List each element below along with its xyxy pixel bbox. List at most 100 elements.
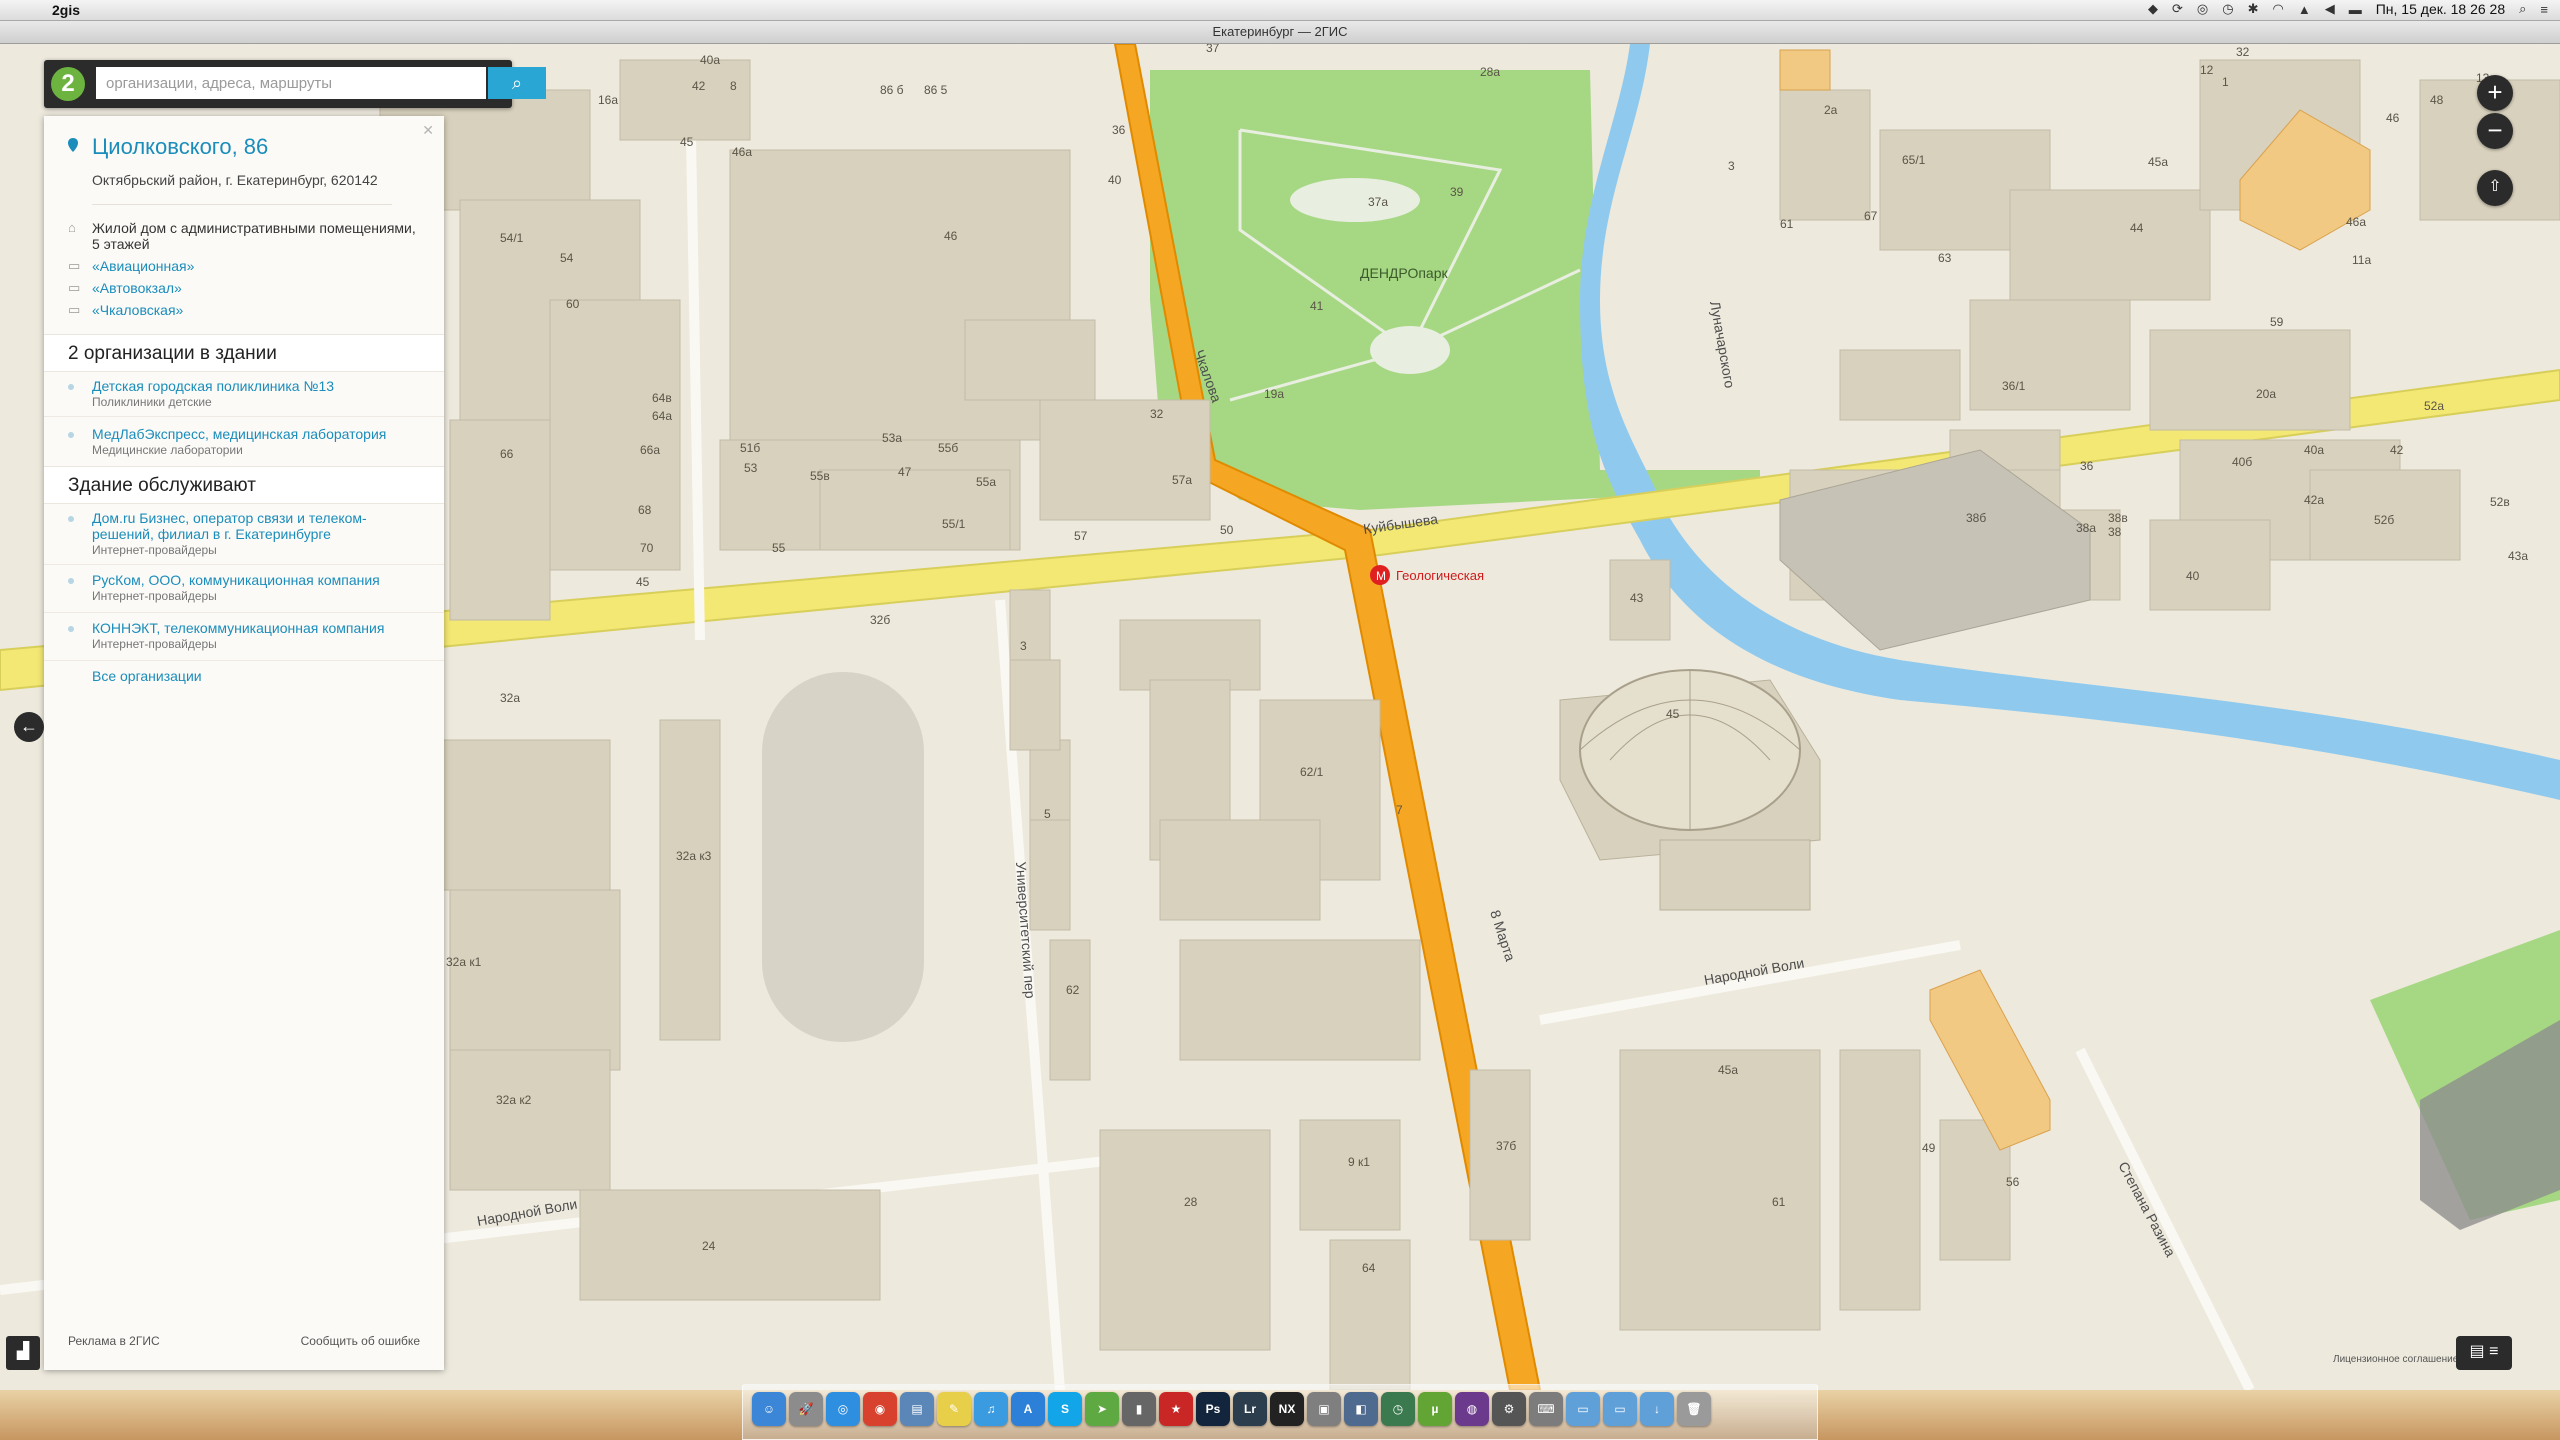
lamp-icon[interactable]: ▮ bbox=[1122, 1392, 1156, 1426]
app-store-icon[interactable]: A bbox=[1011, 1392, 1045, 1426]
safari-icon[interactable]: ◎ bbox=[826, 1392, 860, 1426]
keyboard-icon[interactable]: ⌨ bbox=[1529, 1392, 1563, 1426]
service-item[interactable]: Дом.ru Бизнес, оператор связи и телеком-… bbox=[68, 510, 422, 557]
search-icon: ⌕ bbox=[511, 72, 523, 93]
app-name-menu[interactable]: 2gis bbox=[52, 2, 80, 18]
svg-text:36: 36 bbox=[2080, 459, 2094, 473]
news-icon[interactable]: ★ bbox=[1159, 1392, 1193, 1426]
wifi-icon[interactable]: ◠ bbox=[2273, 1, 2284, 17]
org-item[interactable]: МедЛабЭкспресс, медицинская лаборатория … bbox=[68, 426, 422, 457]
lightroom-icon[interactable]: Lr bbox=[1233, 1392, 1267, 1426]
svg-text:61: 61 bbox=[1780, 217, 1794, 231]
close-icon[interactable]: ✕ bbox=[422, 122, 434, 139]
stats-button[interactable]: ▟ bbox=[6, 1336, 40, 1370]
tram-stop-icon: ▭ bbox=[68, 280, 81, 295]
compass-button[interactable]: ⇧ bbox=[2477, 170, 2513, 206]
nx2-icon[interactable]: NX bbox=[1270, 1392, 1304, 1426]
photoshop-icon[interactable]: Ps bbox=[1196, 1392, 1230, 1426]
search-input[interactable] bbox=[96, 67, 486, 99]
folder-icon[interactable]: ▭ bbox=[1566, 1392, 1600, 1426]
chrome-icon[interactable]: ◉ bbox=[863, 1392, 897, 1426]
divider bbox=[44, 660, 444, 661]
svg-text:32а к2: 32а к2 bbox=[496, 1093, 532, 1107]
svg-text:45: 45 bbox=[680, 135, 694, 149]
launchpad-icon[interactable]: 🚀 bbox=[789, 1392, 823, 1426]
zoom-out-button[interactable]: − bbox=[2477, 113, 2513, 149]
ad-link[interactable]: Реклама в 2ГИС bbox=[68, 1334, 160, 1348]
stop-link[interactable]: «Автовокзал» bbox=[92, 280, 182, 296]
maps-icon[interactable]: ➤ bbox=[1085, 1392, 1119, 1426]
bluetooth-icon[interactable]: ✱ bbox=[2248, 1, 2259, 17]
svg-text:56: 56 bbox=[2006, 1175, 2020, 1189]
svg-text:38: 38 bbox=[2108, 525, 2122, 539]
preview-icon[interactable]: ▤ bbox=[900, 1392, 934, 1426]
org-link[interactable]: Детская городская поликлиника №13 bbox=[92, 378, 422, 394]
svg-text:32: 32 bbox=[1150, 407, 1164, 421]
history-icon[interactable]: ◷ bbox=[2222, 1, 2233, 17]
dropbox-icon[interactable]: ◆ bbox=[2148, 1, 2158, 17]
sync-icon[interactable]: ⟳ bbox=[2172, 1, 2183, 17]
zoom-in-button[interactable]: + bbox=[2477, 75, 2513, 111]
stop-link[interactable]: «Чкаловская» bbox=[92, 302, 183, 318]
arrow-left-icon: ← bbox=[20, 716, 38, 736]
feedback-button[interactable]: ▤ ≡ bbox=[2456, 1336, 2512, 1370]
iphoto-icon[interactable]: ◧ bbox=[1344, 1392, 1378, 1426]
license-link[interactable]: Лицензионное соглашение bbox=[2333, 1354, 2459, 1365]
flag-icon[interactable]: ▬ bbox=[2349, 2, 2362, 17]
search-button[interactable]: ⌕ bbox=[488, 67, 546, 99]
photos-icon[interactable]: ▣ bbox=[1307, 1392, 1341, 1426]
svg-text:32б: 32б bbox=[870, 613, 890, 627]
metro-label[interactable]: Геологическая bbox=[1396, 568, 1484, 583]
svg-text:3: 3 bbox=[1728, 159, 1735, 173]
service-item[interactable]: КОННЭКТ, телекоммуникационная компания И… bbox=[68, 620, 422, 651]
all-orgs-link[interactable]: Все организации bbox=[92, 668, 202, 684]
window-title-bar: Екатеринбург — 2ГИС bbox=[0, 21, 2560, 44]
service-link[interactable]: Дом.ru Бизнес, оператор связи и телеком-… bbox=[92, 510, 422, 542]
service-item[interactable]: РусКом, ООО, коммуникационная компания И… bbox=[68, 572, 422, 603]
svg-text:40: 40 bbox=[1108, 173, 1122, 187]
report-error-link[interactable]: Сообщить об ошибке bbox=[301, 1334, 420, 1348]
svg-text:40: 40 bbox=[2186, 569, 2200, 583]
org-link[interactable]: МедЛабЭкспресс, медицинская лаборатория bbox=[92, 426, 422, 442]
volume-icon[interactable]: ◀ bbox=[2325, 1, 2335, 17]
address-title: Циолковского, 86 bbox=[92, 134, 269, 159]
list-icon[interactable]: ≡ bbox=[2540, 2, 2548, 17]
svg-text:68: 68 bbox=[638, 503, 652, 517]
svg-text:53: 53 bbox=[744, 461, 758, 475]
service-link[interactable]: РусКом, ООО, коммуникационная компания bbox=[92, 572, 422, 588]
svg-text:1: 1 bbox=[2222, 75, 2229, 89]
svg-text:54/1: 54/1 bbox=[500, 231, 524, 245]
svg-text:70: 70 bbox=[640, 541, 654, 555]
time-machine-icon[interactable]: ◷ bbox=[1381, 1392, 1415, 1426]
svg-text:36/1: 36/1 bbox=[2002, 379, 2026, 393]
clock[interactable]: Пн, 15 дек. 18 26 28 bbox=[2376, 1, 2505, 17]
svg-text:86 5: 86 5 bbox=[924, 83, 948, 97]
skype-icon[interactable]: S bbox=[1048, 1392, 1082, 1426]
finder-icon[interactable]: ☺ bbox=[752, 1392, 786, 1426]
airplay-icon[interactable]: ▲ bbox=[2298, 2, 2311, 17]
bullet-icon bbox=[68, 516, 74, 522]
utorrent-icon[interactable]: µ bbox=[1418, 1392, 1452, 1426]
collapse-panel-button[interactable]: ← bbox=[14, 712, 44, 742]
svg-text:11а: 11а bbox=[2352, 253, 2371, 267]
park-label: ДЕНДРОпарк bbox=[1360, 265, 1448, 281]
org-item[interactable]: Детская городская поликлиника №13 Поликл… bbox=[68, 378, 422, 409]
notes-icon[interactable]: ✎ bbox=[937, 1392, 971, 1426]
svg-text:2а: 2а bbox=[1824, 103, 1838, 117]
documents-icon[interactable]: ▭ bbox=[1603, 1392, 1637, 1426]
svg-text:28а: 28а bbox=[1480, 65, 1500, 79]
itunes-icon[interactable]: ♫ bbox=[974, 1392, 1008, 1426]
service-link[interactable]: КОННЭКТ, телекоммуникационная компания bbox=[92, 620, 422, 636]
downloads-icon[interactable]: ↓ bbox=[1640, 1392, 1674, 1426]
stop-link[interactable]: «Авиационная» bbox=[92, 258, 194, 274]
eye-icon[interactable]: ◎ bbox=[2197, 1, 2208, 17]
svg-text:63: 63 bbox=[1938, 251, 1952, 265]
trolley-stop-icon: ▭ bbox=[68, 302, 81, 317]
2gis-logo[interactable]: 2 bbox=[51, 67, 85, 101]
search-icon[interactable]: ⌕ bbox=[2519, 1, 2526, 17]
game-icon[interactable]: ⚙ bbox=[1492, 1392, 1526, 1426]
svg-text:64в: 64в bbox=[652, 391, 672, 405]
svg-text:38а: 38а bbox=[2076, 521, 2096, 535]
trash-icon[interactable]: 🗑 bbox=[1677, 1392, 1711, 1426]
tor-icon[interactable]: ◍ bbox=[1455, 1392, 1489, 1426]
